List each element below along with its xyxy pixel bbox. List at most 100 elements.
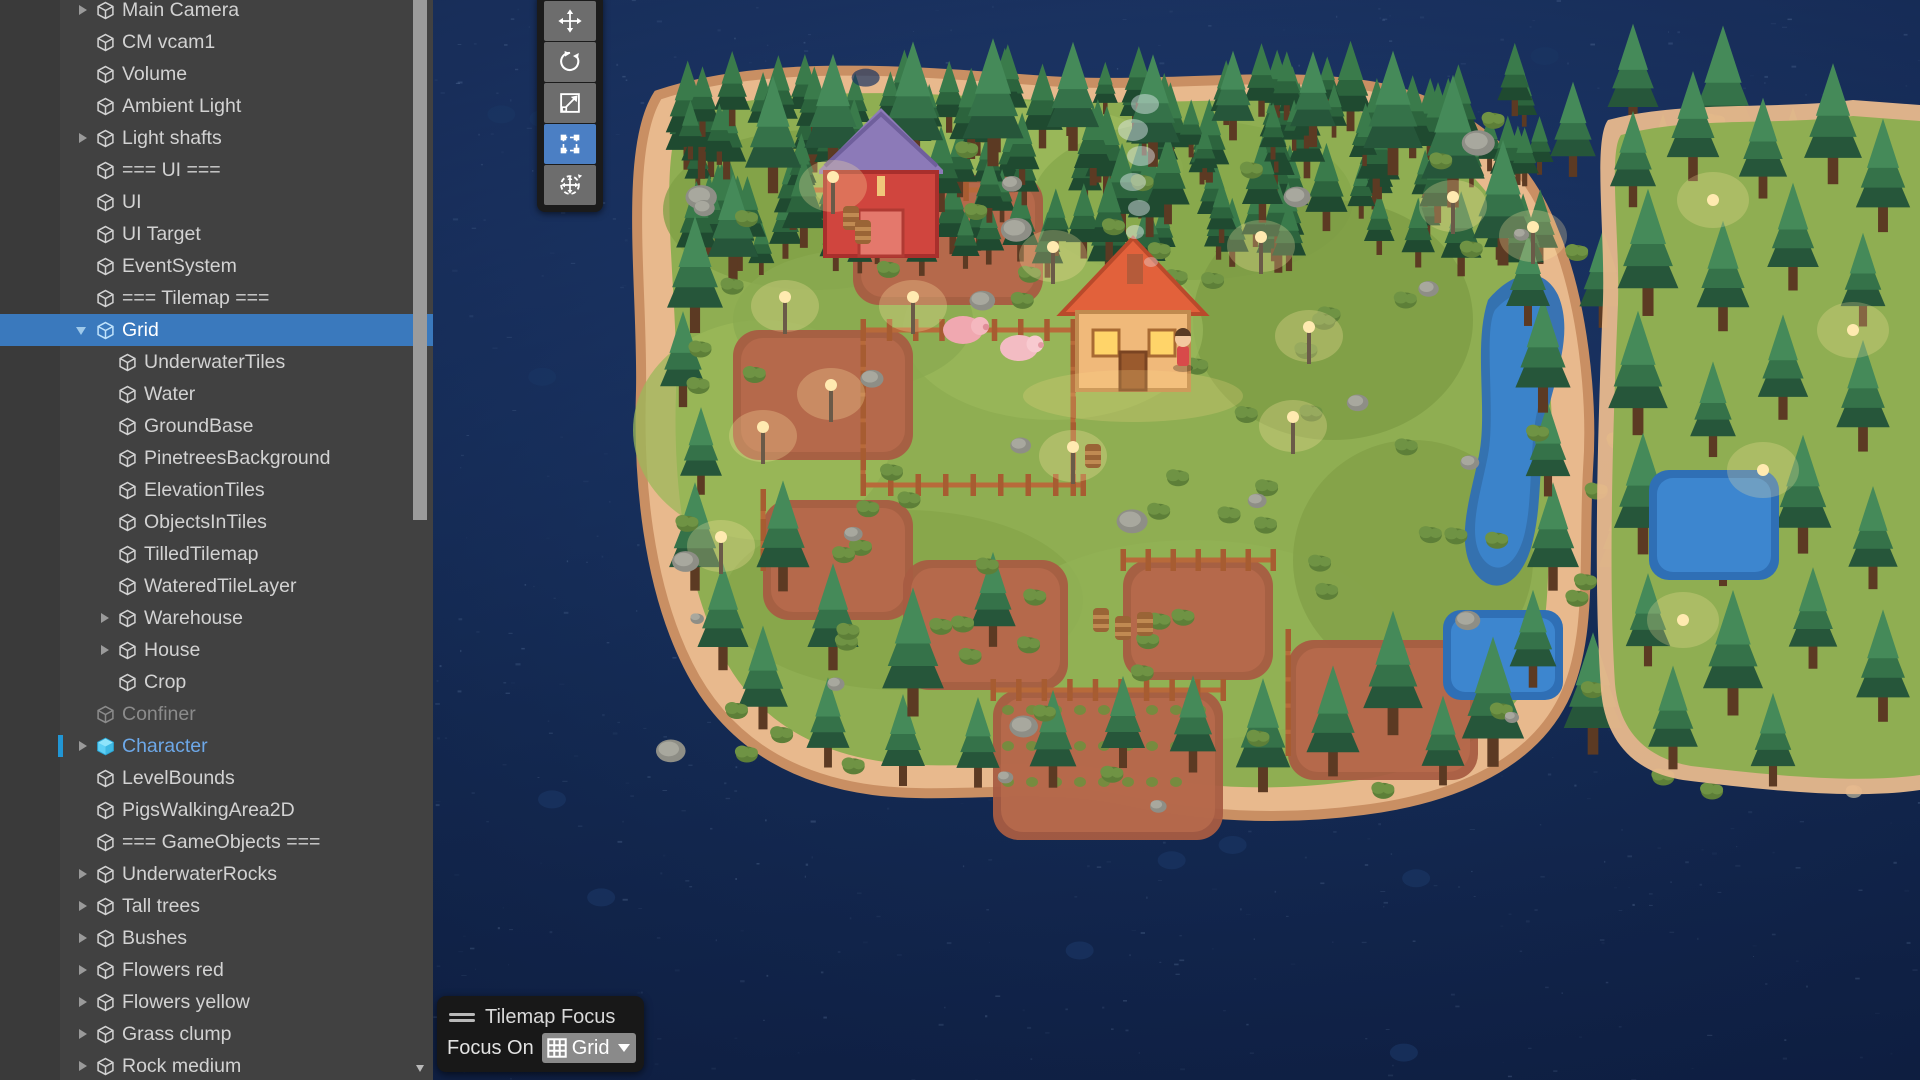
hierarchy-row[interactable]: Main Camera bbox=[0, 0, 503, 26]
hierarchy-row[interactable]: LevelBounds bbox=[0, 762, 503, 794]
hierarchy-row-label: === GameObjects === bbox=[122, 831, 321, 853]
hierarchy-row-label: ObjectsInTiles bbox=[144, 511, 267, 533]
gameobject-cube-icon bbox=[118, 545, 137, 564]
hierarchy-row[interactable]: Warehouse bbox=[0, 602, 503, 634]
scrollbar-thumb[interactable] bbox=[413, 0, 427, 520]
hierarchy-row[interactable]: UnderwaterTiles bbox=[0, 346, 503, 378]
gameobject-cube-icon bbox=[118, 417, 137, 436]
gameobject-cube-icon bbox=[96, 321, 115, 340]
move-tool[interactable] bbox=[544, 1, 596, 41]
scroll-down-arrow-icon[interactable] bbox=[413, 1060, 427, 1076]
hierarchy-row[interactable]: Water bbox=[0, 378, 503, 410]
hierarchy-row[interactable]: Crop bbox=[0, 666, 503, 698]
scale-tool[interactable] bbox=[544, 83, 596, 123]
hierarchy-row-label: Ambient Light bbox=[122, 95, 242, 117]
hierarchy-row[interactable]: Flowers red bbox=[0, 954, 503, 986]
focus-on-value: Grid bbox=[571, 1036, 610, 1059]
gameobject-cube-icon bbox=[96, 193, 115, 212]
tilemap-focus-header: Tilemap Focus bbox=[445, 1002, 636, 1032]
foldout-closed-icon[interactable] bbox=[76, 730, 94, 762]
hierarchy-row[interactable]: UnderwaterRocks bbox=[0, 858, 503, 890]
hierarchy-row[interactable]: Grid bbox=[0, 314, 503, 346]
gameobject-cube-icon bbox=[96, 1025, 115, 1044]
transform-icon bbox=[556, 171, 584, 199]
hierarchy-row-label: Grid bbox=[122, 319, 159, 341]
rotate-tool[interactable] bbox=[544, 42, 596, 82]
foldout-closed-icon[interactable] bbox=[76, 122, 94, 154]
gameobject-cube-icon bbox=[118, 609, 137, 628]
hierarchy-row[interactable]: WateredTileLayer bbox=[0, 570, 503, 602]
foldout-closed-icon[interactable] bbox=[76, 1050, 94, 1080]
gameobject-cube-icon bbox=[96, 289, 115, 308]
hierarchy-row[interactable]: ObjectsInTiles bbox=[0, 506, 503, 538]
hierarchy-row-label: Tall trees bbox=[122, 895, 201, 917]
foldout-closed-icon[interactable] bbox=[76, 954, 94, 986]
hierarchy-row[interactable]: UI Target bbox=[0, 218, 503, 250]
hierarchy-row[interactable]: Character bbox=[0, 730, 503, 762]
tilemap-focus-overlay[interactable]: Tilemap Focus Focus On Grid bbox=[437, 996, 644, 1072]
gameobject-cube-icon bbox=[118, 513, 137, 532]
hierarchy-row[interactable]: Flowers yellow bbox=[0, 986, 503, 1018]
hierarchy-row[interactable]: House bbox=[0, 634, 503, 666]
hierarchy-row-label: ElevationTiles bbox=[144, 479, 265, 501]
hierarchy-row[interactable]: Tall trees bbox=[0, 890, 503, 922]
unity-editor-window: Main Camera CM vcam1 Volume Ambient Light Li… bbox=[0, 0, 1920, 1080]
hierarchy-row-label: === Tilemap === bbox=[122, 287, 270, 309]
transform-tool[interactable] bbox=[544, 165, 596, 205]
scene-view[interactable]: Tilemap Focus Focus On Grid bbox=[433, 0, 1920, 1080]
hierarchy-row-label: Grass clump bbox=[122, 1023, 232, 1045]
hierarchy-row[interactable]: PinetreesBackground bbox=[0, 442, 503, 474]
foldout-open-icon[interactable] bbox=[76, 314, 94, 346]
hierarchy-row[interactable]: GroundBase bbox=[0, 410, 503, 442]
foldout-closed-icon[interactable] bbox=[98, 634, 116, 666]
hierarchy-row[interactable]: Light shafts bbox=[0, 122, 503, 154]
hierarchy-row[interactable]: === GameObjects === bbox=[0, 826, 503, 858]
hierarchy-row[interactable]: CM vcam1 bbox=[0, 26, 503, 58]
foldout-closed-icon[interactable] bbox=[76, 922, 94, 954]
hierarchy-row[interactable]: Volume bbox=[0, 58, 503, 90]
gameobject-cube-icon bbox=[96, 257, 115, 276]
hierarchy-row[interactable]: === Tilemap === bbox=[0, 282, 503, 314]
gameobject-cube-icon bbox=[118, 641, 137, 660]
drag-handle-icon[interactable] bbox=[449, 1010, 477, 1024]
gameobject-cube-icon bbox=[96, 1057, 115, 1076]
focus-on-label: Focus On bbox=[447, 1036, 534, 1059]
gameobject-cube-icon bbox=[118, 577, 137, 596]
hierarchy-row-label: UnderwaterRocks bbox=[122, 863, 277, 885]
scene-tools-overlay[interactable] bbox=[537, 0, 603, 212]
foldout-closed-icon[interactable] bbox=[76, 858, 94, 890]
hierarchy-row-label: Water bbox=[144, 383, 196, 405]
gameobject-cube-icon bbox=[96, 33, 115, 52]
hierarchy-row-label: CM vcam1 bbox=[122, 31, 216, 53]
hierarchy-scrollbar[interactable] bbox=[413, 0, 427, 1080]
hierarchy-tree[interactable]: Main Camera CM vcam1 Volume Ambient Light Li… bbox=[0, 0, 503, 1080]
gameobject-cube-icon bbox=[96, 961, 115, 980]
hierarchy-row[interactable]: UI bbox=[0, 186, 503, 218]
hierarchy-row[interactable]: Bushes bbox=[0, 922, 503, 954]
foldout-closed-icon[interactable] bbox=[76, 0, 94, 26]
gameobject-cube-icon bbox=[96, 897, 115, 916]
hierarchy-row[interactable]: EventSystem bbox=[0, 250, 503, 282]
hierarchy-row[interactable]: === UI === bbox=[0, 154, 503, 186]
rect-transform-tool[interactable] bbox=[544, 124, 596, 164]
hierarchy-row-label: TilledTilemap bbox=[144, 543, 259, 565]
hierarchy-row[interactable]: ElevationTiles bbox=[0, 474, 503, 506]
gameobject-cube-icon bbox=[96, 705, 115, 724]
hierarchy-row-label: Volume bbox=[122, 63, 188, 85]
hierarchy-row[interactable]: Confiner bbox=[0, 698, 503, 730]
hierarchy-row[interactable]: PigsWalkingArea2D bbox=[0, 794, 503, 826]
hierarchy-row-label: WateredTileLayer bbox=[144, 575, 297, 597]
hierarchy-row-label: Main Camera bbox=[122, 0, 240, 21]
gameobject-cube-icon bbox=[118, 673, 137, 692]
prefab-cube-icon bbox=[96, 737, 115, 756]
game-world-island bbox=[487, 23, 1920, 1062]
hierarchy-row[interactable]: TilledTilemap bbox=[0, 538, 503, 570]
focus-on-dropdown[interactable]: Grid bbox=[541, 1033, 636, 1063]
foldout-closed-icon[interactable] bbox=[76, 986, 94, 1018]
hierarchy-row[interactable]: Ambient Light bbox=[0, 90, 503, 122]
hierarchy-row[interactable]: Grass clump bbox=[0, 1018, 503, 1050]
foldout-closed-icon[interactable] bbox=[76, 1018, 94, 1050]
hierarchy-row[interactable]: Rock medium bbox=[0, 1050, 503, 1080]
foldout-closed-icon[interactable] bbox=[98, 602, 116, 634]
foldout-closed-icon[interactable] bbox=[76, 890, 94, 922]
